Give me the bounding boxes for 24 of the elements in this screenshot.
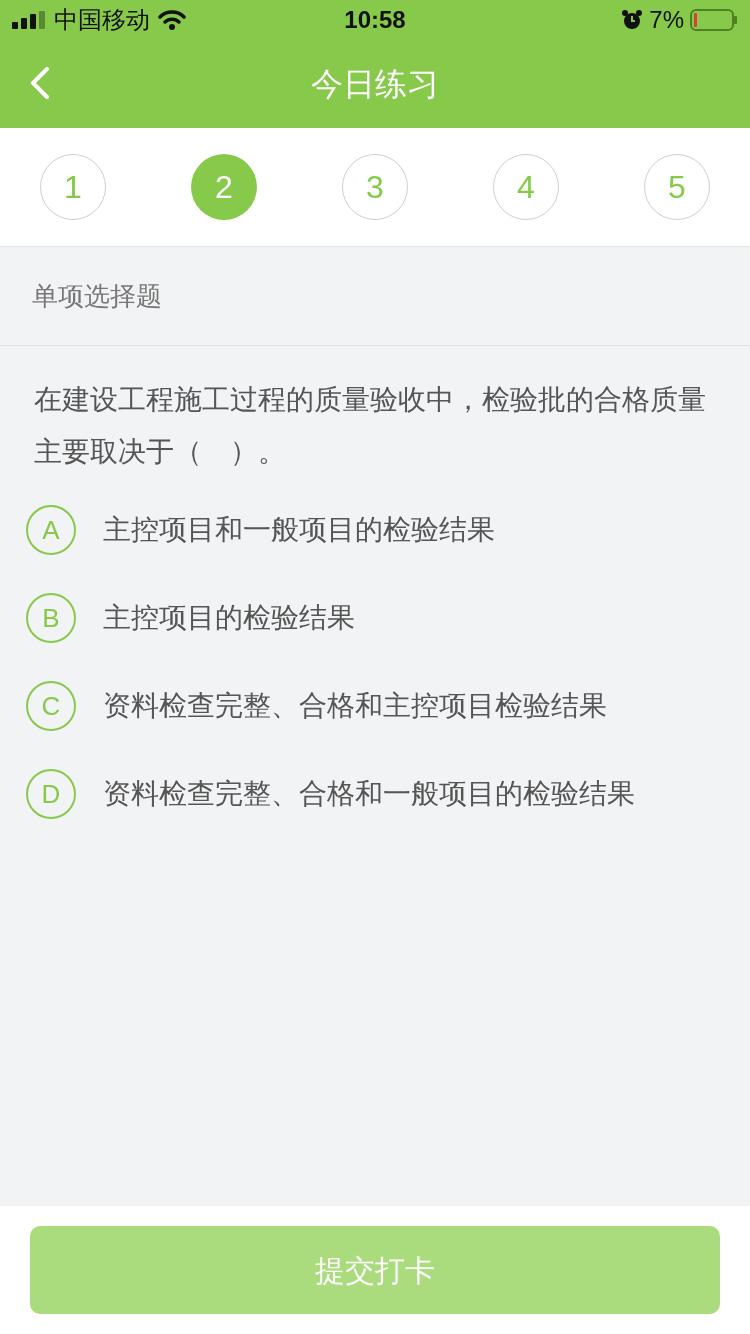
page-title: 今日练习 bbox=[311, 65, 439, 104]
battery-percent: 7% bbox=[649, 5, 684, 35]
battery-icon bbox=[690, 9, 738, 31]
carrier-name: 中国移动 bbox=[54, 5, 150, 35]
alarm-icon bbox=[621, 9, 644, 31]
option-text[interactable]: 资料检查完整、合格和一般项目的检验结果 bbox=[103, 773, 635, 815]
wifi-icon bbox=[158, 10, 186, 30]
option-letter[interactable]: D bbox=[26, 769, 76, 819]
question-text: 在建设工程施工过程的质量验收中，检验批的合格质量主要取决于（ ）。 bbox=[33, 383, 707, 469]
option-text[interactable]: 资料检查完整、合格和主控项目检验结果 bbox=[103, 685, 607, 727]
back-icon bbox=[30, 67, 50, 99]
question-number-tab[interactable]: 4 bbox=[493, 154, 559, 220]
question-number-tab[interactable]: 2 bbox=[191, 154, 257, 220]
option-letter[interactable]: C bbox=[26, 681, 76, 731]
clock-time: 10:58 bbox=[344, 5, 406, 35]
signal-icon bbox=[12, 11, 46, 29]
option-text[interactable]: 主控项目和一般项目的检验结果 bbox=[103, 509, 495, 551]
option-letter[interactable]: B bbox=[26, 593, 76, 643]
option-text[interactable]: 主控项目的检验结果 bbox=[103, 597, 355, 639]
question-number-tab[interactable]: 5 bbox=[644, 154, 710, 220]
option-letter[interactable]: A bbox=[26, 505, 76, 555]
question-type: 单项选择题 bbox=[32, 279, 162, 313]
question-number-tab[interactable]: 1 bbox=[40, 154, 106, 220]
question-number-tab[interactable]: 3 bbox=[342, 154, 408, 220]
